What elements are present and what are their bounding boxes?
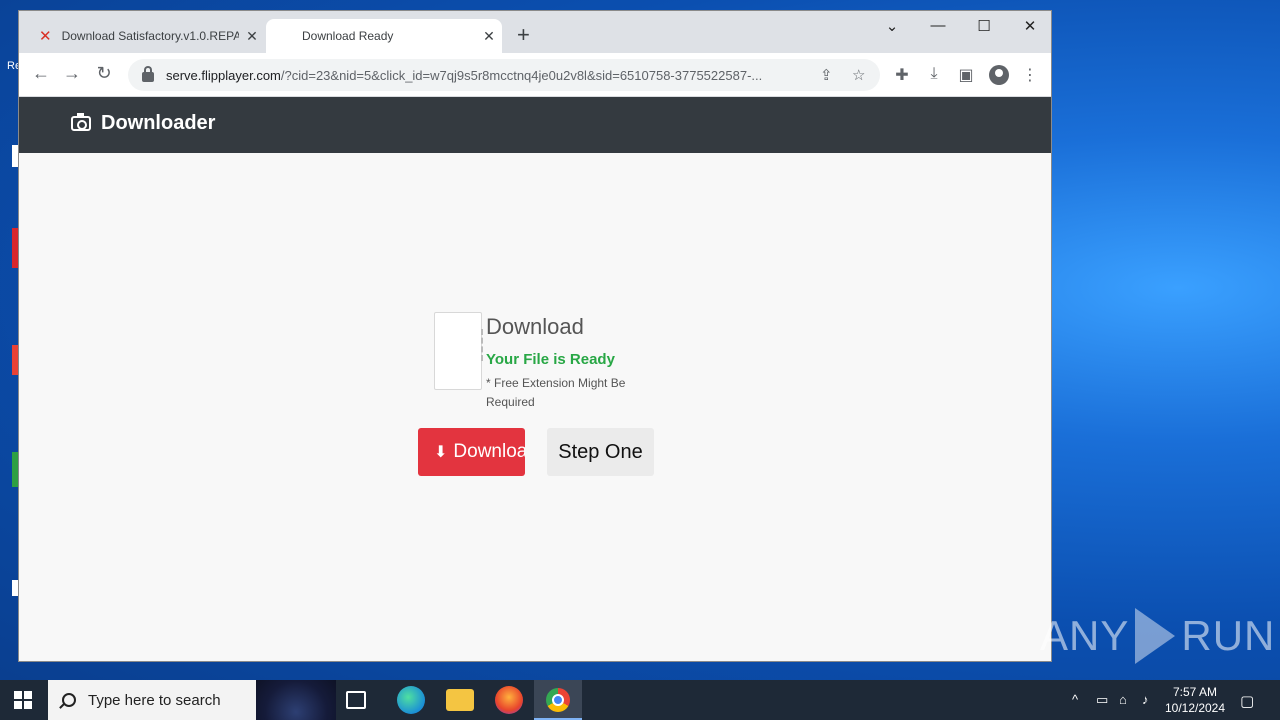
system-clock[interactable]: 7:57 AM 10/12/2024 — [1160, 684, 1230, 716]
brand-label: Downloader — [101, 112, 216, 134]
zip-file-icon — [434, 312, 483, 390]
anyrun-watermark: ANY RUN — [1040, 608, 1275, 664]
watermark-play-icon — [1135, 608, 1176, 664]
tab-close-icon[interactable]: ✕ — [239, 28, 265, 45]
minimize-icon[interactable]: — — [915, 17, 961, 34]
tab-close-icon[interactable]: ✕ — [476, 28, 502, 45]
firefox-icon[interactable] — [495, 686, 523, 714]
download-title: Download — [486, 314, 584, 339]
tab-title: Download Ready — [302, 29, 394, 43]
download-button-label: Download — [453, 441, 525, 462]
browser-toolbar: ← → ↻ serve.flipplayer.com/?cid=23&nid=5… — [19, 53, 1051, 97]
tray-chevron-icon[interactable]: ^ — [1072, 692, 1078, 707]
chrome-taskbar-button[interactable] — [534, 680, 582, 720]
browser-window: ✕ Download Satisfactory.v1.0.REPACK ✕ Do… — [18, 10, 1052, 662]
taskbar-search[interactable]: Type here to search — [48, 680, 336, 720]
tray-device-icon[interactable]: ▭ — [1096, 692, 1108, 708]
tab-title: Download Satisfactory.v1.0.REPACK — [61, 29, 239, 43]
extensions-icon[interactable]: ✚ — [891, 65, 913, 85]
reload-icon[interactable]: ↻ — [92, 63, 116, 84]
url-text[interactable]: serve.flipplayer.com/?cid=23&nid=5&click… — [166, 68, 816, 83]
watermark-right: RUN — [1181, 612, 1276, 659]
extension-note: * Free Extension Might Be Required — [486, 376, 626, 409]
download-button[interactable]: ⬇ Download — [418, 428, 525, 476]
search-placeholder: Type here to search — [88, 691, 221, 709]
close-window-icon[interactable]: ✕ — [1007, 17, 1051, 35]
watermark-left: ANY — [1040, 612, 1130, 659]
volume-icon[interactable]: ♪ — [1142, 692, 1149, 707]
network-icon[interactable]: ⌂ — [1119, 692, 1127, 707]
url-path: /?cid=23&nid=5&click_id=w7qj9s5r8mcctnq4… — [280, 67, 763, 83]
task-view-icon[interactable] — [346, 691, 366, 709]
page-content: Download Your File is Ready * Free Exten… — [19, 153, 1051, 661]
maximize-icon[interactable]: ☐ — [961, 17, 1007, 35]
file-ready-status: Your File is Ready — [486, 351, 615, 368]
downloads-icon[interactable]: ⤓ — [923, 65, 945, 83]
menu-dots-icon[interactable]: ⋮ — [1019, 65, 1041, 85]
site-brand[interactable]: Downloader — [71, 112, 215, 135]
taskbar: Type here to search ^ ▭ ⌂ ♪ 7:57 AM 10/1… — [0, 680, 1280, 720]
lock-icon — [142, 66, 154, 82]
tab-strip: ✕ Download Satisfactory.v1.0.REPACK ✕ Do… — [19, 11, 1051, 53]
notification-icon[interactable]: ▢ — [1240, 692, 1254, 710]
share-icon[interactable]: ⇪ — [820, 66, 833, 84]
new-tab-icon[interactable]: + — [517, 24, 530, 46]
profile-avatar-icon[interactable] — [989, 65, 1009, 85]
chrome-icon — [546, 688, 570, 712]
bookmark-star-icon[interactable]: ☆ — [852, 66, 865, 84]
camera-icon — [71, 113, 91, 131]
file-explorer-icon[interactable] — [446, 689, 474, 711]
tab-favicon-icon: ✕ — [39, 28, 52, 45]
side-panel-icon[interactable]: ▣ — [955, 65, 977, 85]
step-one-button[interactable]: Step One — [547, 428, 654, 476]
back-icon[interactable]: ← — [29, 63, 53, 84]
edge-icon[interactable] — [397, 686, 425, 714]
tab-search-icon[interactable]: ⌄ — [869, 17, 915, 35]
address-bar[interactable]: serve.flipplayer.com/?cid=23&nid=5&click… — [128, 59, 880, 91]
tab-download-ready[interactable]: Download Ready ✕ — [266, 19, 502, 53]
url-host: serve.flipplayer.com — [166, 67, 281, 83]
download-arrow-icon: ⬇ — [434, 444, 448, 461]
clock-time: 7:57 AM — [1172, 685, 1218, 699]
search-icon — [62, 693, 76, 707]
clock-date: 10/12/2024 — [1164, 701, 1226, 715]
site-navbar: Downloader — [19, 97, 1051, 153]
forward-icon[interactable]: → — [60, 63, 84, 84]
search-highlight-art — [256, 680, 336, 720]
windows-start-icon[interactable] — [14, 691, 32, 709]
tab-satisfactory[interactable]: ✕ Download Satisfactory.v1.0.REPACK ✕ — [27, 19, 265, 53]
